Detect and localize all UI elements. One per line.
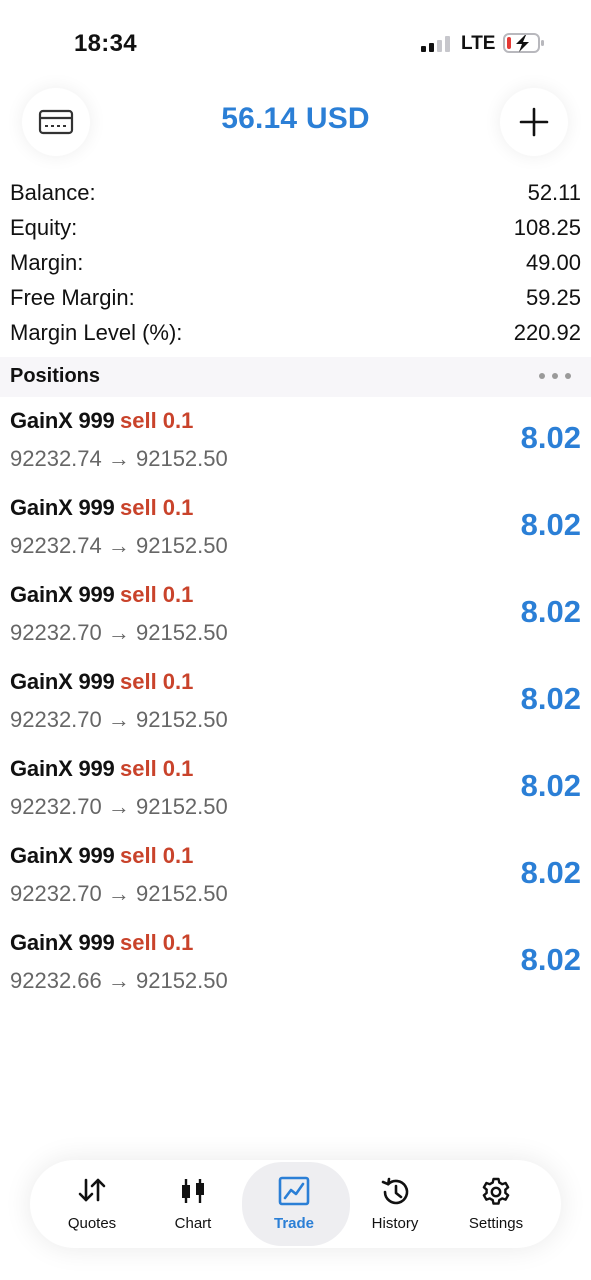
position-row[interactable]: GainX 999 sell 0.1 92232.70 → 92152.50 8…: [0, 835, 591, 922]
status-bar: 18:34 LTE: [0, 0, 591, 88]
summary-label: Margin Level (%):: [10, 320, 183, 345]
chart-icon: [182, 1179, 204, 1203]
tab-label: Trade: [273, 1215, 315, 1232]
positions-list: GainX 999 sell 0.1 92232.74 → 92152.50 8…: [0, 400, 591, 1009]
settings-icon: [482, 1177, 510, 1205]
position-prices: 92232.74 → 92152.50: [10, 446, 228, 471]
position-row[interactable]: GainX 999 sell 0.1 92232.74 → 92152.50 8…: [0, 400, 591, 487]
history-icon: [381, 1177, 409, 1205]
position-side: sell 0.1: [120, 408, 194, 433]
tab-label: Settings: [468, 1215, 524, 1232]
summary-row-margin-level: Margin Level (%): 220.92: [0, 316, 591, 351]
position-side: sell 0.1: [120, 930, 194, 955]
position-profit: 8.02: [520, 768, 581, 803]
position-row[interactable]: GainX 999 sell 0.1 92232.70 → 92152.50 8…: [0, 661, 591, 748]
position-profit: 8.02: [520, 942, 581, 977]
position-symbol: GainX 999: [10, 582, 115, 607]
position-profit: 8.02: [520, 594, 581, 629]
plus-icon: [519, 107, 549, 137]
tab-label: History: [371, 1215, 419, 1232]
tab-quotes[interactable]: Quotes: [38, 1160, 146, 1248]
summary-label: Margin:: [10, 250, 84, 275]
status-time: 18:34: [74, 30, 137, 57]
position-symbol: GainX 999: [10, 495, 115, 520]
summary-label: Free Margin:: [10, 285, 135, 310]
position-symbol: GainX 999: [10, 669, 115, 694]
positions-section-header: Positions: [0, 357, 591, 397]
position-side: sell 0.1: [120, 582, 194, 607]
tab-trade[interactable]: Trade: [240, 1160, 350, 1248]
position-side: sell 0.1: [120, 756, 194, 781]
summary-value: 108.25: [513, 215, 581, 240]
battery-charging-icon: [503, 33, 544, 53]
position-symbol: GainX 999: [10, 756, 115, 781]
tab-history[interactable]: History: [341, 1160, 449, 1248]
position-profit: 8.02: [520, 420, 581, 455]
position-prices: 92232.70 → 92152.50: [10, 881, 228, 906]
position-symbol: GainX 999: [10, 930, 115, 955]
position-prices: 92232.74 → 92152.50: [10, 533, 228, 558]
summary-value: 220.92: [513, 320, 581, 345]
summary-row-margin: Margin: 49.00: [0, 246, 591, 281]
position-profit: 8.02: [520, 681, 581, 716]
tab-label: Chart: [174, 1215, 212, 1232]
position-row[interactable]: GainX 999 sell 0.1 92232.70 → 92152.50 8…: [0, 748, 591, 835]
signal-icon: [421, 36, 451, 52]
account-summary: Balance: 52.11 Equity: 108.25 Margin: 49…: [0, 176, 591, 351]
summary-row-balance: Balance: 52.11: [0, 176, 591, 211]
tab-label: Quotes: [67, 1215, 117, 1232]
summary-row-equity: Equity: 108.25: [0, 211, 591, 246]
position-prices: 92232.66 → 92152.50: [10, 968, 228, 993]
positions-title: Positions: [10, 365, 101, 387]
position-row[interactable]: GainX 999 sell 0.1 92232.66 → 92152.50 8…: [0, 922, 591, 1009]
position-row[interactable]: GainX 999 sell 0.1 92232.74 → 92152.50 8…: [0, 487, 591, 574]
position-symbol: GainX 999: [10, 408, 115, 433]
bottom-tab-bar: Quotes Chart Trade History Settings: [30, 1160, 561, 1248]
tab-chart[interactable]: Chart: [139, 1160, 247, 1248]
summary-value: 49.00: [525, 250, 581, 275]
summary-label: Balance:: [10, 180, 96, 205]
position-side: sell 0.1: [120, 843, 194, 868]
quotes-icon: [78, 1178, 106, 1202]
summary-row-free-margin: Free Margin: 59.25: [0, 281, 591, 316]
header: 56.14 USD: [0, 88, 591, 158]
position-profit: 8.02: [520, 507, 581, 542]
position-profit: 8.02: [520, 855, 581, 890]
summary-value: 52.11: [527, 180, 581, 205]
more-options-icon[interactable]: [539, 373, 573, 381]
network-type: LTE: [461, 33, 496, 54]
position-side: sell 0.1: [120, 669, 194, 694]
position-side: sell 0.1: [120, 495, 194, 520]
summary-label: Equity:: [10, 215, 78, 240]
tab-settings[interactable]: Settings: [442, 1160, 550, 1248]
trade-icon: [278, 1176, 310, 1206]
new-order-button[interactable]: [500, 88, 568, 156]
position-prices: 92232.70 → 92152.50: [10, 707, 228, 732]
position-prices: 92232.70 → 92152.50: [10, 620, 228, 645]
summary-value: 59.25: [525, 285, 581, 310]
position-symbol: GainX 999: [10, 843, 115, 868]
position-prices: 92232.70 → 92152.50: [10, 794, 228, 819]
position-row[interactable]: GainX 999 sell 0.1 92232.70 → 92152.50 8…: [0, 574, 591, 661]
